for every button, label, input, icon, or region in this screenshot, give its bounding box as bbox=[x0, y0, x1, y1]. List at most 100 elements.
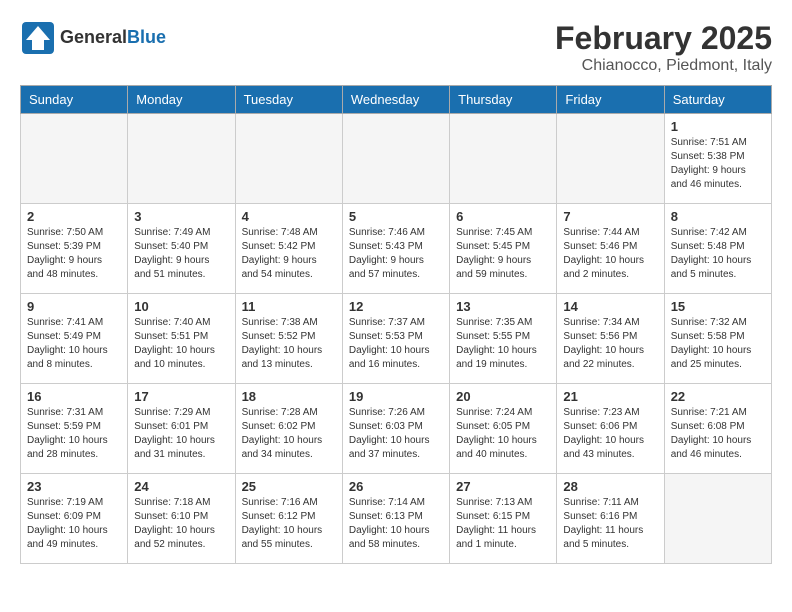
col-header-sunday: Sunday bbox=[21, 86, 128, 114]
day-info: Sunrise: 7:23 AM Sunset: 6:06 PM Dayligh… bbox=[563, 406, 657, 462]
location-title: Chianocco, Piedmont, Italy bbox=[555, 57, 772, 75]
logo-blue: Blue bbox=[127, 27, 166, 47]
calendar-cell bbox=[21, 114, 128, 204]
day-info: Sunrise: 7:50 AM Sunset: 5:39 PM Dayligh… bbox=[27, 226, 121, 282]
day-info: Sunrise: 7:40 AM Sunset: 5:51 PM Dayligh… bbox=[134, 316, 228, 372]
calendar-cell: 5 Sunrise: 7:46 AM Sunset: 5:43 PM Daylig… bbox=[342, 204, 449, 294]
calendar-week-0: 1 Sunrise: 7:51 AM Sunset: 5:38 PM Daylig… bbox=[21, 114, 772, 204]
col-header-monday: Monday bbox=[128, 86, 235, 114]
day-info: Sunrise: 7:13 AM Sunset: 6:15 PM Dayligh… bbox=[456, 496, 550, 552]
day-number: 8 bbox=[671, 209, 765, 224]
day-info: Sunrise: 7:14 AM Sunset: 6:13 PM Dayligh… bbox=[349, 496, 443, 552]
month-title: February 2025 bbox=[555, 20, 772, 57]
day-info: Sunrise: 7:38 AM Sunset: 5:52 PM Dayligh… bbox=[242, 316, 336, 372]
day-number: 13 bbox=[456, 299, 550, 314]
day-info: Sunrise: 7:34 AM Sunset: 5:56 PM Dayligh… bbox=[563, 316, 657, 372]
day-number: 12 bbox=[349, 299, 443, 314]
day-info: Sunrise: 7:35 AM Sunset: 5:55 PM Dayligh… bbox=[456, 316, 550, 372]
day-info: Sunrise: 7:41 AM Sunset: 5:49 PM Dayligh… bbox=[27, 316, 121, 372]
day-number: 15 bbox=[671, 299, 765, 314]
calendar-cell bbox=[557, 114, 664, 204]
calendar-cell: 1 Sunrise: 7:51 AM Sunset: 5:38 PM Daylig… bbox=[664, 114, 771, 204]
day-number: 2 bbox=[27, 209, 121, 224]
calendar-cell: 28 Sunrise: 7:11 AM Sunset: 6:16 PM Dayli… bbox=[557, 474, 664, 564]
day-number: 3 bbox=[134, 209, 228, 224]
page-header: GeneralBlue February 2025 Chianocco, Pie… bbox=[20, 20, 772, 75]
calendar-cell: 16 Sunrise: 7:31 AM Sunset: 5:59 PM Dayli… bbox=[21, 384, 128, 474]
day-number: 20 bbox=[456, 389, 550, 404]
day-info: Sunrise: 7:31 AM Sunset: 5:59 PM Dayligh… bbox=[27, 406, 121, 462]
calendar-cell: 12 Sunrise: 7:37 AM Sunset: 5:53 PM Dayli… bbox=[342, 294, 449, 384]
day-number: 4 bbox=[242, 209, 336, 224]
day-number: 6 bbox=[456, 209, 550, 224]
day-info: Sunrise: 7:28 AM Sunset: 6:02 PM Dayligh… bbox=[242, 406, 336, 462]
day-number: 10 bbox=[134, 299, 228, 314]
col-header-friday: Friday bbox=[557, 86, 664, 114]
logo-icon bbox=[20, 20, 56, 56]
day-number: 24 bbox=[134, 479, 228, 494]
col-header-thursday: Thursday bbox=[450, 86, 557, 114]
calendar-cell: 25Sunrise: 7:16 AM Sunset: 6:12 PM Dayli… bbox=[235, 474, 342, 564]
calendar-header-row: SundayMondayTuesdayWednesdayThursdayFrid… bbox=[21, 86, 772, 114]
col-header-tuesday: Tuesday bbox=[235, 86, 342, 114]
calendar-cell: 17Sunrise: 7:29 AM Sunset: 6:01 PM Dayli… bbox=[128, 384, 235, 474]
day-number: 7 bbox=[563, 209, 657, 224]
calendar-cell: 24 Sunrise: 7:18 AM Sunset: 6:10 PM Dayli… bbox=[128, 474, 235, 564]
calendar-cell: 26 Sunrise: 7:14 AM Sunset: 6:13 PM Dayli… bbox=[342, 474, 449, 564]
calendar-cell bbox=[128, 114, 235, 204]
day-info: Sunrise: 7:37 AM Sunset: 5:53 PM Dayligh… bbox=[349, 316, 443, 372]
day-info: Sunrise: 7:45 AM Sunset: 5:45 PM Dayligh… bbox=[456, 226, 550, 282]
day-info: Sunrise: 7:16 AM Sunset: 6:12 PM Dayligh… bbox=[242, 496, 336, 552]
calendar-cell: 8Sunrise: 7:42 AM Sunset: 5:48 PM Daylig… bbox=[664, 204, 771, 294]
day-number: 26 bbox=[349, 479, 443, 494]
day-info: Sunrise: 7:26 AM Sunset: 6:03 PM Dayligh… bbox=[349, 406, 443, 462]
calendar-cell: 22 Sunrise: 7:21 AM Sunset: 6:08 PM Dayli… bbox=[664, 384, 771, 474]
day-info: Sunrise: 7:49 AM Sunset: 5:40 PM Dayligh… bbox=[134, 226, 228, 282]
calendar-cell: 27 Sunrise: 7:13 AM Sunset: 6:15 PM Dayli… bbox=[450, 474, 557, 564]
day-info: Sunrise: 7:32 AM Sunset: 5:58 PM Dayligh… bbox=[671, 316, 765, 372]
calendar-cell: 23 Sunrise: 7:19 AM Sunset: 6:09 PM Dayli… bbox=[21, 474, 128, 564]
logo: GeneralBlue bbox=[20, 20, 166, 56]
calendar-cell: 4 Sunrise: 7:48 AM Sunset: 5:42 PM Daylig… bbox=[235, 204, 342, 294]
day-info: Sunrise: 7:51 AM Sunset: 5:38 PM Dayligh… bbox=[671, 136, 765, 192]
calendar-week-2: 9 Sunrise: 7:41 AM Sunset: 5:49 PM Daylig… bbox=[21, 294, 772, 384]
calendar-cell: 7 Sunrise: 7:44 AM Sunset: 5:46 PM Daylig… bbox=[557, 204, 664, 294]
day-number: 5 bbox=[349, 209, 443, 224]
calendar-cell: 14 Sunrise: 7:34 AM Sunset: 5:56 PM Dayli… bbox=[557, 294, 664, 384]
day-number: 22 bbox=[671, 389, 765, 404]
day-info: Sunrise: 7:19 AM Sunset: 6:09 PM Dayligh… bbox=[27, 496, 121, 552]
day-number: 19 bbox=[349, 389, 443, 404]
day-number: 28 bbox=[563, 479, 657, 494]
calendar-cell bbox=[235, 114, 342, 204]
day-number: 14 bbox=[563, 299, 657, 314]
calendar-cell: 2 Sunrise: 7:50 AM Sunset: 5:39 PM Daylig… bbox=[21, 204, 128, 294]
day-info: Sunrise: 7:48 AM Sunset: 5:42 PM Dayligh… bbox=[242, 226, 336, 282]
calendar-cell bbox=[664, 474, 771, 564]
calendar-cell: 15 Sunrise: 7:32 AM Sunset: 5:58 PM Dayli… bbox=[664, 294, 771, 384]
day-number: 11 bbox=[242, 299, 336, 314]
day-number: 18 bbox=[242, 389, 336, 404]
day-number: 27 bbox=[456, 479, 550, 494]
day-info: Sunrise: 7:44 AM Sunset: 5:46 PM Dayligh… bbox=[563, 226, 657, 282]
day-number: 1 bbox=[671, 119, 765, 134]
calendar-table: SundayMondayTuesdayWednesdayThursdayFrid… bbox=[20, 85, 772, 564]
col-header-saturday: Saturday bbox=[664, 86, 771, 114]
day-info: Sunrise: 7:24 AM Sunset: 6:05 PM Dayligh… bbox=[456, 406, 550, 462]
day-info: Sunrise: 7:46 AM Sunset: 5:43 PM Dayligh… bbox=[349, 226, 443, 282]
day-info: Sunrise: 7:11 AM Sunset: 6:16 PM Dayligh… bbox=[563, 496, 657, 552]
day-info: Sunrise: 7:21 AM Sunset: 6:08 PM Dayligh… bbox=[671, 406, 765, 462]
title-block: February 2025 Chianocco, Piedmont, Italy bbox=[555, 20, 772, 75]
col-header-wednesday: Wednesday bbox=[342, 86, 449, 114]
day-number: 9 bbox=[27, 299, 121, 314]
calendar-cell: 20 Sunrise: 7:24 AM Sunset: 6:05 PM Dayli… bbox=[450, 384, 557, 474]
calendar-cell: 13 Sunrise: 7:35 AM Sunset: 5:55 PM Dayli… bbox=[450, 294, 557, 384]
day-info: Sunrise: 7:29 AM Sunset: 6:01 PM Dayligh… bbox=[134, 406, 228, 462]
day-number: 21 bbox=[563, 389, 657, 404]
calendar-week-3: 16 Sunrise: 7:31 AM Sunset: 5:59 PM Dayli… bbox=[21, 384, 772, 474]
day-number: 16 bbox=[27, 389, 121, 404]
calendar-cell: 6 Sunrise: 7:45 AM Sunset: 5:45 PM Daylig… bbox=[450, 204, 557, 294]
day-info: Sunrise: 7:18 AM Sunset: 6:10 PM Dayligh… bbox=[134, 496, 228, 552]
calendar-cell: 21 Sunrise: 7:23 AM Sunset: 6:06 PM Dayli… bbox=[557, 384, 664, 474]
day-number: 23 bbox=[27, 479, 121, 494]
calendar-cell: 19 Sunrise: 7:26 AM Sunset: 6:03 PM Dayli… bbox=[342, 384, 449, 474]
